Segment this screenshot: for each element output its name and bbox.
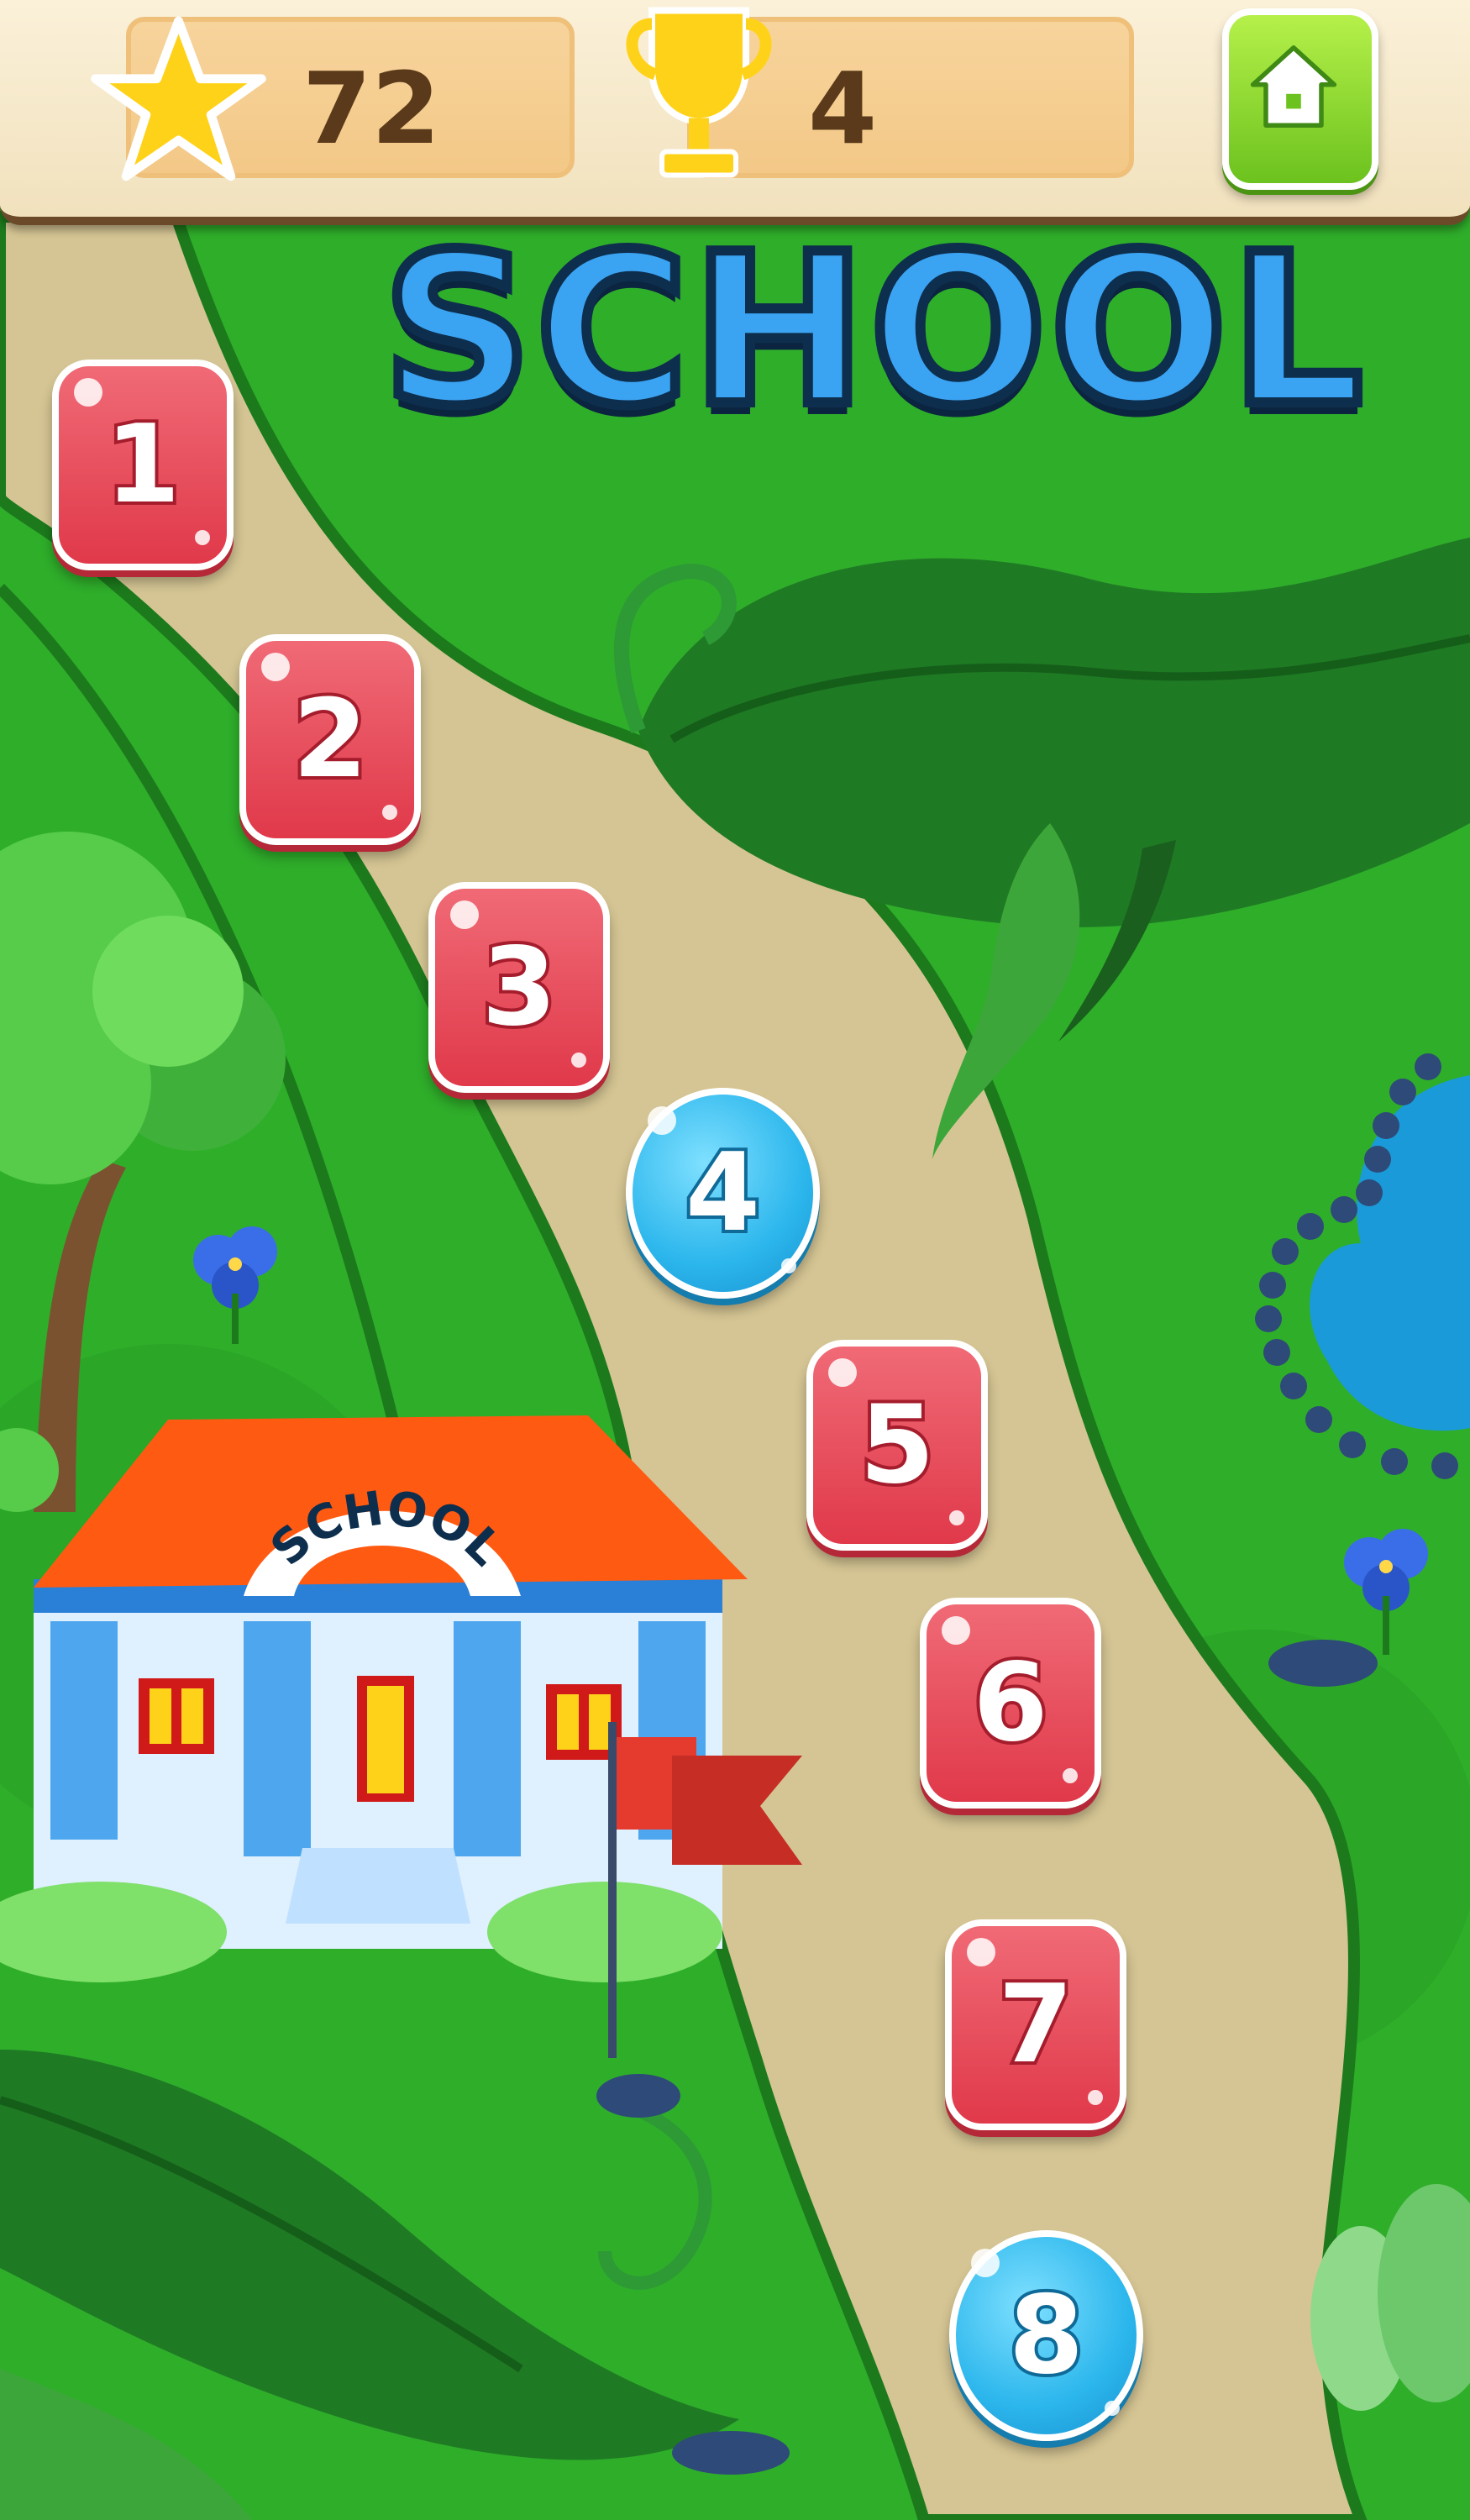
- level-number: 3: [478, 921, 559, 1053]
- school-sign: SCHOOL: [260, 1485, 512, 1577]
- top-hud-bar: 72 4: [0, 0, 1470, 225]
- star-icon: [91, 16, 266, 181]
- level-number: 2: [289, 674, 370, 806]
- stars-count: 72: [302, 50, 441, 166]
- level-number: 6: [969, 1637, 1051, 1769]
- home-button[interactable]: [1222, 8, 1378, 190]
- level-6-button[interactable]: 6: [920, 1598, 1101, 1809]
- level-4-button[interactable]: 4: [626, 1088, 820, 1299]
- home-icon: [1250, 45, 1337, 128]
- level-8-button[interactable]: 8: [949, 2230, 1143, 2441]
- rock: [672, 2431, 790, 2475]
- level-number: 5: [856, 1379, 937, 1511]
- level-number: 1: [102, 399, 183, 531]
- level-1-button[interactable]: 1: [52, 360, 234, 570]
- trophy-icon: [626, 7, 772, 178]
- page-title: SCHOOL: [377, 210, 1368, 452]
- level-number: 7: [995, 1959, 1076, 2091]
- level-number: 4: [682, 1127, 764, 1259]
- level-7-button[interactable]: 7: [945, 1919, 1126, 2130]
- trophies-count: 4: [808, 50, 878, 166]
- level-2-button[interactable]: 2: [239, 634, 421, 845]
- rock: [596, 2074, 680, 2118]
- rock: [1268, 1640, 1378, 1687]
- level-number: 8: [1005, 2270, 1087, 2402]
- level-5-button[interactable]: 5: [806, 1340, 988, 1551]
- school-sign-text: SCHOOL: [260, 1485, 512, 1577]
- level-3-button[interactable]: 3: [428, 882, 610, 1093]
